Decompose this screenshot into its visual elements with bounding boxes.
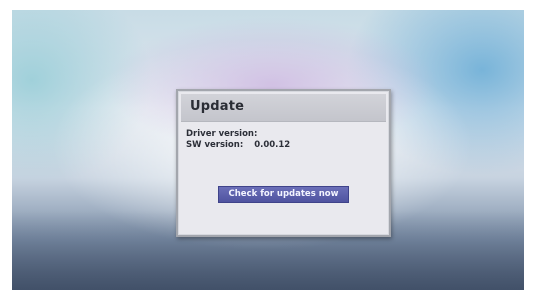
sw-version-row: SW version: 0.00.12 bbox=[186, 140, 290, 150]
sw-version-label: SW version: bbox=[186, 140, 244, 150]
sw-version-value: 0.00.12 bbox=[254, 140, 291, 150]
update-dialog: Update Driver version: SW version: 0.00.… bbox=[176, 89, 391, 237]
driver-version-row: Driver version: bbox=[186, 129, 265, 139]
check-for-updates-button[interactable]: Check for updates now bbox=[218, 186, 349, 203]
dialog-header: Update bbox=[181, 94, 386, 122]
driver-version-label: Driver version: bbox=[186, 129, 258, 139]
dialog-title: Update bbox=[190, 99, 245, 114]
tv-screen-background: Update Driver version: SW version: 0.00.… bbox=[12, 10, 524, 290]
